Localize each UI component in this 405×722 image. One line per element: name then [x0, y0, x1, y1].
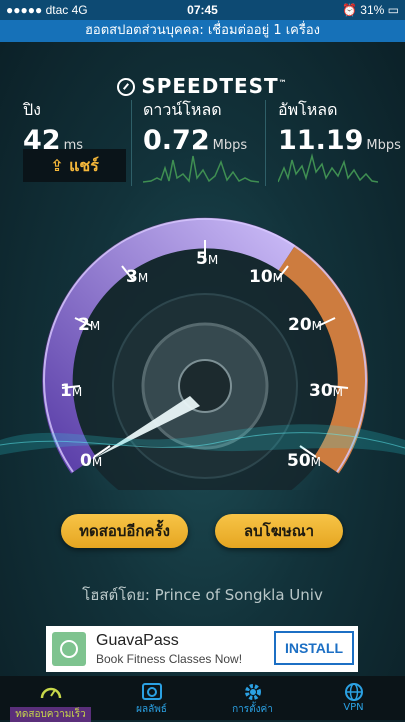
results-icon — [101, 676, 202, 702]
share-button[interactable]: ⇪ แชร์ — [23, 149, 126, 182]
divider — [265, 100, 266, 186]
ping-label: ปิง — [23, 100, 41, 119]
tab-bar: ทดสอบความเร็ว ผลลัพธ์ การตั้งค่า VPN — [0, 676, 405, 722]
install-button[interactable]: INSTALL — [274, 631, 354, 665]
tab-label: ผลลัพธ์ — [136, 704, 167, 715]
app-logo-icon — [52, 632, 86, 666]
battery-label: 31% — [360, 3, 385, 17]
tab-vpn[interactable]: VPN — [303, 676, 404, 720]
hotspot-banner[interactable]: ฮอตสปอตส่วนบุคคล: เชื่อมต่ออยู่ 1 เครื่อ… — [0, 20, 405, 42]
vpn-icon — [303, 676, 404, 702]
tab-label: การตั้งค่า — [232, 704, 273, 715]
speedtest-logo: SPEEDTEST™ — [0, 74, 405, 98]
ad-title: GuavaPass — [96, 632, 179, 649]
speedometer-icon — [0, 676, 101, 702]
status-right: ⏰ 31% ▭ — [342, 3, 399, 17]
tab-settings[interactable]: การตั้งค่า — [202, 676, 303, 720]
speed-gauge: 0M 1M 2M 3M 5M 10M 20M 30M 50M — [0, 200, 405, 490]
upload-label: อัพโหลด — [278, 100, 338, 119]
remove-ads-button[interactable]: ลบโฆษณา — [215, 514, 343, 548]
tab-speed-test[interactable]: ทดสอบความเร็ว — [0, 676, 101, 722]
upload-sparkline — [278, 153, 378, 183]
share-icon: ⇪ — [50, 156, 64, 175]
status-bar: ●●●●● dtac 4G 07:45 ⏰ 31% ▭ — [0, 0, 405, 20]
share-label: แชร์ — [69, 156, 99, 175]
download-sparkline — [143, 155, 259, 183]
retest-button[interactable]: ทดสอบอีกครั้ง — [61, 514, 188, 548]
divider — [131, 100, 132, 186]
tab-label: VPN — [343, 702, 364, 713]
download-label: ดาวน์โหลด — [143, 100, 222, 119]
tab-results[interactable]: ผลลัพธ์ — [101, 676, 202, 720]
alarm-icon: ⏰ — [341, 3, 357, 17]
ping-metric: ปิง 42 ms — [23, 98, 83, 156]
ad-banner[interactable]: GuavaPass Book Fitness Classes Now! INST… — [46, 626, 358, 672]
host-label: โฮสต์โดย: Prince of Songkla Univ — [82, 586, 323, 604]
gauge-logo-icon — [117, 78, 136, 96]
brand-name: SPEEDTEST — [141, 74, 279, 98]
ad-subtitle: Book Fitness Classes Now! — [96, 652, 243, 666]
battery-icon: ▭ — [387, 3, 399, 17]
gear-icon — [202, 676, 303, 702]
